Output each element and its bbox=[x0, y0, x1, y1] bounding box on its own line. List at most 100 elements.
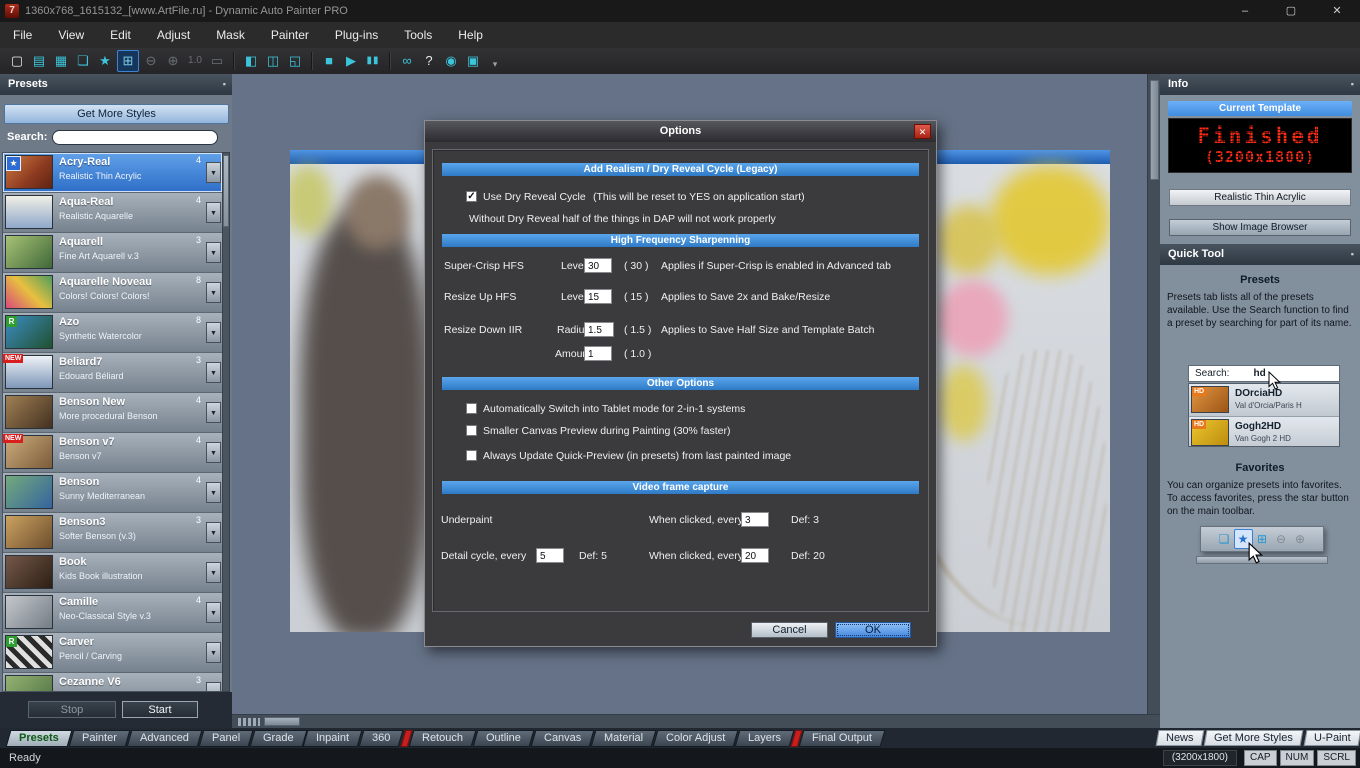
tab-news[interactable]: News bbox=[1155, 730, 1204, 746]
scrollbar-grip[interactable] bbox=[238, 718, 260, 726]
preset-list-item[interactable]: Benson3 Softer Benson (v.3) 3 ▼ bbox=[3, 513, 222, 553]
tab-presets[interactable]: Presets bbox=[5, 730, 73, 747]
tab-grade[interactable]: Grade bbox=[249, 730, 307, 747]
preset-list-item[interactable]: Cezanne V6 3 ▼ bbox=[3, 673, 222, 691]
preset-dropdown-arrow[interactable]: ▼ bbox=[206, 442, 221, 463]
preset-dropdown-arrow[interactable]: ▼ bbox=[206, 522, 221, 543]
menu-plugins[interactable]: Plug-ins bbox=[322, 22, 391, 48]
stop-button[interactable]: Stop bbox=[28, 701, 116, 718]
scrollbar-handle[interactable] bbox=[223, 155, 229, 227]
detail-when-input[interactable]: 20 bbox=[741, 548, 769, 563]
preset-search-input[interactable] bbox=[52, 130, 218, 145]
tab-panel[interactable]: Panel bbox=[198, 730, 254, 747]
preset-list-item[interactable]: R Carver Pencil / Carving ▼ bbox=[3, 633, 222, 673]
preset-list-item[interactable]: Aquarelle Noveau Colors! Colors! Colors!… bbox=[3, 273, 222, 313]
preset-list-item[interactable]: Benson Sunny Mediterranean 4 ▼ bbox=[3, 473, 222, 513]
frame-icon[interactable]: ◧ bbox=[241, 51, 261, 71]
show-image-browser-button[interactable]: Show Image Browser bbox=[1169, 219, 1351, 236]
crop-icon[interactable]: ◱ bbox=[285, 51, 305, 71]
quick-preview-icon[interactable]: ◉ bbox=[441, 51, 461, 71]
preset-list-item[interactable]: R Azo Synthetic Watercolor 8 ▼ bbox=[3, 313, 222, 353]
dry-reveal-checkbox[interactable]: ✓ bbox=[466, 191, 477, 202]
preset-list-item[interactable]: Book Kids Book illustration ▼ bbox=[3, 553, 222, 593]
tab-u-paint[interactable]: U-Paint bbox=[1303, 730, 1360, 746]
tab-canvas[interactable]: Canvas bbox=[530, 730, 595, 747]
play-icon[interactable]: ▶ bbox=[341, 51, 361, 71]
super-crisp-level-input[interactable]: 30 bbox=[584, 258, 612, 273]
search-result-item[interactable]: HD DOrciaHD Val d'Orcia/Paris H bbox=[1189, 384, 1339, 417]
zoom-out-icon[interactable]: ⊖ bbox=[141, 51, 161, 71]
fullscreen-icon[interactable]: ▣ bbox=[463, 51, 483, 71]
preset-list-item[interactable]: Benson New More procedural Benson 4 ▼ bbox=[3, 393, 222, 433]
menu-mask[interactable]: Mask bbox=[203, 22, 258, 48]
toolbar-overflow-icon[interactable]: ▾ bbox=[485, 54, 505, 74]
pause-icon[interactable]: ▮▮ bbox=[363, 51, 383, 71]
open-folder-icon[interactable]: ▤ bbox=[29, 51, 49, 71]
start-button[interactable]: Start bbox=[122, 701, 198, 718]
preset-dropdown-arrow[interactable]: ▼ bbox=[206, 562, 221, 583]
underpaint-every-input[interactable]: 3 bbox=[741, 512, 769, 527]
pin-icon[interactable]: ▪ bbox=[1351, 244, 1354, 265]
preset-browser-icon[interactable]: ⊞ bbox=[117, 50, 139, 72]
zoom-in-icon[interactable]: ⊕ bbox=[163, 51, 183, 71]
preset-dropdown-arrow[interactable]: ▼ bbox=[206, 202, 221, 223]
update-quick-preview-checkbox[interactable] bbox=[466, 450, 477, 461]
menu-painter[interactable]: Painter bbox=[258, 22, 322, 48]
menu-file[interactable]: File bbox=[0, 22, 45, 48]
new-file-icon[interactable]: ▢ bbox=[7, 51, 27, 71]
scrollbar-handle[interactable] bbox=[1150, 80, 1159, 180]
tab-outline[interactable]: Outline bbox=[472, 730, 534, 747]
search-result-item[interactable]: HD Gogh2HD Van Gogh 2 HD bbox=[1189, 417, 1339, 446]
get-more-styles-button[interactable]: Get More Styles bbox=[4, 104, 229, 124]
stop-icon[interactable]: ■ bbox=[319, 51, 339, 71]
preset-list-item[interactable]: NEW Beliard7 Edouard Béliard 3 ▼ bbox=[3, 353, 222, 393]
copy-icon[interactable]: ❏ bbox=[73, 51, 93, 71]
tab-color-adjust[interactable]: Color Adjust bbox=[652, 730, 739, 747]
preset-dropdown-arrow[interactable]: ▼ bbox=[206, 642, 221, 663]
pin-icon[interactable]: ▪ bbox=[223, 74, 226, 95]
preset-dropdown-arrow[interactable]: ▼ bbox=[206, 242, 221, 263]
preset-dropdown-arrow[interactable]: ▼ bbox=[206, 482, 221, 503]
menu-adjust[interactable]: Adjust bbox=[144, 22, 203, 48]
detail-cycle-input[interactable]: 5 bbox=[536, 548, 564, 563]
template-name-button[interactable]: Realistic Thin Acrylic bbox=[1169, 189, 1351, 206]
tab-inpaint[interactable]: Inpaint bbox=[302, 730, 363, 747]
preset-list-item[interactable]: ★ Acry-Real Realistic Thin Acrylic 4 ▼ bbox=[3, 153, 222, 193]
scrollbar-handle[interactable] bbox=[264, 717, 300, 726]
resize-down-amount-input[interactable]: 1 bbox=[584, 346, 612, 361]
save-icon[interactable]: ▦ bbox=[51, 51, 71, 71]
quick-search-input[interactable]: Search: hd bbox=[1188, 365, 1340, 382]
preset-dropdown-arrow[interactable]: ▼ bbox=[206, 402, 221, 423]
preset-list-item[interactable]: Aquarell Fine Art Aquarell v.3 3 ▼ bbox=[3, 233, 222, 273]
tab-painter[interactable]: Painter bbox=[68, 730, 131, 747]
tab-retouch[interactable]: Retouch bbox=[408, 730, 477, 747]
preset-dropdown-arrow[interactable]: ▼ bbox=[206, 602, 221, 623]
preset-list-scrollbar[interactable] bbox=[222, 152, 230, 692]
fit-view-icon[interactable]: ▭ bbox=[207, 51, 227, 71]
help-icon[interactable]: ? bbox=[419, 51, 439, 71]
preset-list-item[interactable]: NEW Benson v7 Benson v7 4 ▼ bbox=[3, 433, 222, 473]
menu-edit[interactable]: Edit bbox=[97, 22, 144, 48]
preset-dropdown-arrow[interactable]: ▼ bbox=[206, 282, 221, 303]
close-button[interactable]: ✕ bbox=[1314, 0, 1360, 22]
stereo-3d-icon[interactable]: ∞ bbox=[397, 51, 417, 71]
minimize-button[interactable]: – bbox=[1222, 0, 1268, 22]
tab-360[interactable]: 360 bbox=[358, 730, 405, 747]
tab-material[interactable]: Material bbox=[590, 730, 657, 747]
smaller-preview-checkbox[interactable] bbox=[466, 425, 477, 436]
preset-list-item[interactable]: Aqua-Real Realistic Aquarelle 4 ▼ bbox=[3, 193, 222, 233]
preset-dropdown-arrow[interactable]: ▼ bbox=[206, 322, 221, 343]
resize-down-radius-input[interactable]: 1.5 bbox=[584, 322, 614, 337]
ok-button[interactable]: OK bbox=[835, 622, 911, 638]
tab-layers[interactable]: Layers bbox=[734, 730, 795, 747]
preset-dropdown-arrow[interactable]: ▼ bbox=[206, 362, 221, 383]
tablet-mode-checkbox[interactable] bbox=[466, 403, 477, 414]
tab-final-output[interactable]: Final Output bbox=[798, 730, 886, 747]
favorites-star-icon[interactable]: ★ bbox=[95, 51, 115, 71]
tab-get-more-styles[interactable]: Get More Styles bbox=[1204, 730, 1304, 746]
resize-up-level-input[interactable]: 15 bbox=[584, 289, 612, 304]
tab-advanced[interactable]: Advanced bbox=[126, 730, 202, 747]
cancel-button[interactable]: Cancel bbox=[751, 622, 828, 638]
maximize-button[interactable]: ▢ bbox=[1268, 0, 1314, 22]
split-view-icon[interactable]: ◫ bbox=[263, 51, 283, 71]
